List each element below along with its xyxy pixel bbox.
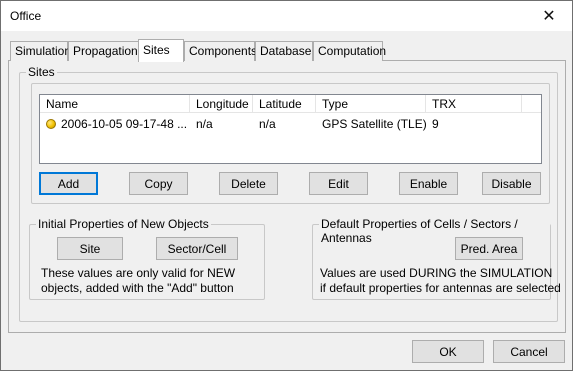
- cancel-button[interactable]: Cancel: [493, 340, 565, 363]
- initial-properties-note-line1: These values are only valid for NEW: [41, 266, 236, 280]
- column-header-longitude[interactable]: Longitude: [190, 95, 253, 113]
- column-header-type[interactable]: Type: [316, 95, 426, 113]
- window-title: Office: [10, 9, 42, 23]
- default-properties-note-line2: if default properties for antennas are s…: [320, 281, 561, 295]
- site-name-cell: 2006-10-05 09-17-48 ...: [61, 117, 188, 131]
- initial-properties-label: Initial Properties of New Objects: [36, 217, 211, 231]
- column-header-name[interactable]: Name: [40, 95, 190, 113]
- tab-propagation[interactable]: Propagation: [68, 41, 139, 61]
- tab-components[interactable]: Components: [184, 41, 257, 61]
- site-latitude-cell: n/a: [259, 117, 276, 131]
- site-button[interactable]: Site: [57, 237, 123, 260]
- site-trx-cell: 9: [432, 117, 439, 131]
- tab-computation[interactable]: Computation: [313, 41, 386, 61]
- tab-simulation[interactable]: Simulation: [10, 41, 71, 61]
- close-icon[interactable]: ✕: [526, 1, 572, 31]
- edit-button[interactable]: Edit: [309, 172, 368, 195]
- delete-button[interactable]: Delete: [219, 172, 278, 195]
- tab-sites[interactable]: Sites: [138, 39, 184, 62]
- enable-button[interactable]: Enable: [399, 172, 458, 195]
- initial-properties-note-line2: objects, added with the "Add" button: [41, 281, 234, 295]
- title-bar: Office ✕: [1, 1, 572, 31]
- column-header-trx[interactable]: TRX: [426, 95, 522, 113]
- site-type-cell: GPS Satellite (TLE): [322, 117, 426, 131]
- yellow-circle-icon: [46, 119, 56, 129]
- table-row[interactable]: 2006-10-05 09-17-48 ... n/a n/a GPS Sate…: [40, 115, 541, 133]
- ok-button[interactable]: OK: [412, 340, 484, 363]
- sector-cell-button[interactable]: Sector/Cell: [156, 237, 238, 260]
- pred-area-button[interactable]: Pred. Area: [455, 237, 523, 260]
- copy-button[interactable]: Copy: [129, 172, 188, 195]
- tab-database[interactable]: Database: [255, 41, 313, 61]
- sites-list-header: Name Longitude Latitude Type TRX: [40, 95, 541, 113]
- add-button[interactable]: Add: [39, 172, 98, 195]
- disable-button[interactable]: Disable: [482, 172, 541, 195]
- office-dialog: Office ✕ Simulation Propagation Sites Co…: [0, 0, 573, 371]
- sites-groupbox-label: Sites: [26, 65, 57, 79]
- sites-list[interactable]: Name Longitude Latitude Type TRX 2006-10…: [39, 94, 542, 164]
- site-longitude-cell: n/a: [196, 117, 213, 131]
- column-header-latitude[interactable]: Latitude: [253, 95, 316, 113]
- default-properties-note-line1: Values are used DURING the SIMULATION: [320, 266, 553, 280]
